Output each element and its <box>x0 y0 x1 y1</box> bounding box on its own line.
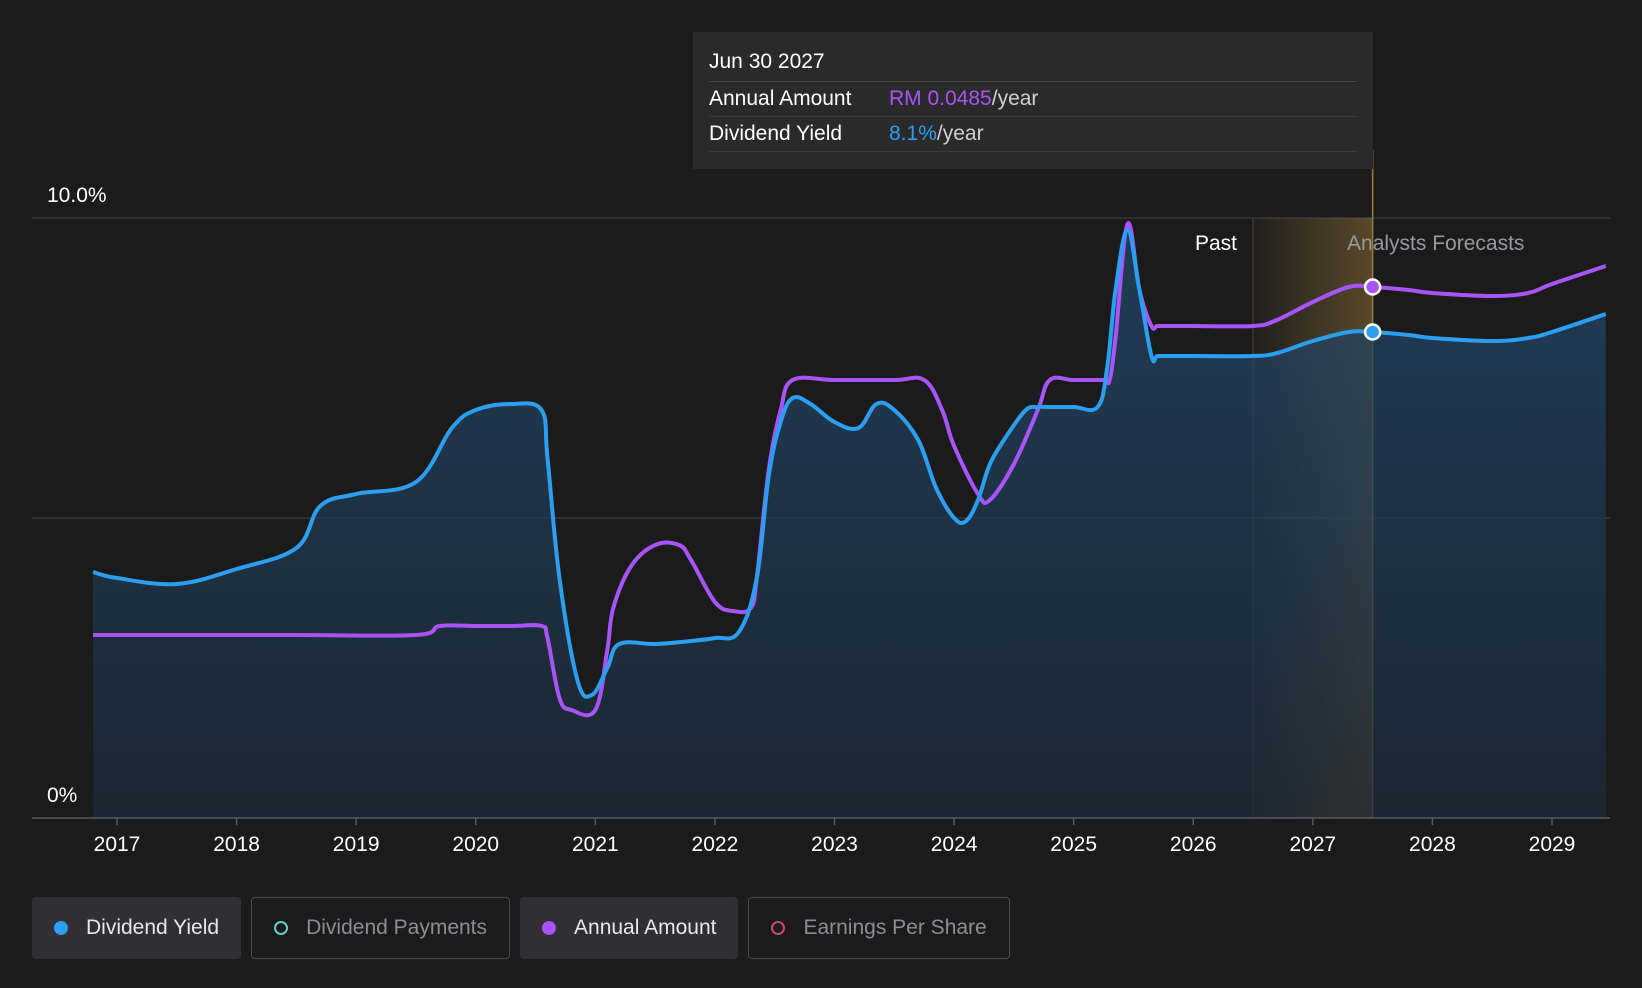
x-axis: 2017 2018 2019 2020 2021 2022 2023 2024 2025 2026… <box>32 817 1610 856</box>
x-tick-label: 2025 <box>1050 833 1097 856</box>
legend-label: Dividend Payments <box>306 916 488 939</box>
y-tick-label: 10.0% <box>47 184 107 207</box>
dividend-yield-marker <box>1363 323 1382 341</box>
tooltip-value: 8.1% <box>889 122 937 145</box>
x-tick-label: 2019 <box>333 833 380 856</box>
x-tick-label: 2022 <box>692 833 739 856</box>
legend-label: Earnings Per Share <box>803 916 987 939</box>
legend-label: Annual Amount <box>574 916 717 939</box>
legend: Dividend Yield Dividend Payments Annual … <box>32 897 1010 959</box>
ring-icon <box>274 921 289 935</box>
dot-icon <box>54 921 68 935</box>
forecast-label: Analysts Forecasts <box>1347 232 1524 255</box>
x-tick-label: 2021 <box>572 833 619 856</box>
dot-icon <box>542 921 557 935</box>
tooltip-label: Dividend Yield <box>709 122 843 145</box>
legend-dividend-payments[interactable]: Dividend Payments <box>251 897 511 959</box>
area-layer <box>93 230 1606 818</box>
annual-amount-marker <box>1363 278 1382 296</box>
x-tick-label: 2017 <box>94 833 141 856</box>
dividend-yield-area <box>93 230 1606 818</box>
tooltip-row-annual-amount: Annual Amount RM 0.0485 /year <box>709 82 1357 117</box>
ring-icon <box>771 921 786 935</box>
tooltip: Jun 30 2027 Annual Amount RM 0.0485 /yea… <box>693 32 1373 169</box>
legend-earnings-per-share[interactable]: Earnings Per Share <box>748 897 1010 959</box>
tooltip-date: Jun 30 2027 <box>709 47 1357 82</box>
x-tick-label: 2028 <box>1409 833 1456 856</box>
y-tick-label: 0% <box>47 784 77 807</box>
tooltip-value: RM 0.0485 <box>889 87 992 110</box>
x-tick-label: 2023 <box>811 833 858 856</box>
x-tick-label: 2018 <box>213 833 260 856</box>
x-tick-label: 2024 <box>931 833 978 856</box>
past-label: Past <box>1195 232 1237 255</box>
x-tick-label: 2029 <box>1529 833 1576 856</box>
x-tick-label: 2027 <box>1289 833 1336 856</box>
tooltip-row-dividend-yield: Dividend Yield 8.1% /year <box>709 117 1357 152</box>
legend-annual-amount[interactable]: Annual Amount <box>520 897 739 959</box>
legend-label: Dividend Yield <box>86 916 220 939</box>
tooltip-unit: /year <box>991 87 1039 110</box>
x-tick-label: 2026 <box>1170 833 1217 856</box>
legend-dividend-yield[interactable]: Dividend Yield <box>32 897 242 959</box>
tooltip-label: Annual Amount <box>709 87 852 110</box>
x-tick-label: 2020 <box>452 833 499 856</box>
tooltip-unit: /year <box>936 122 984 145</box>
